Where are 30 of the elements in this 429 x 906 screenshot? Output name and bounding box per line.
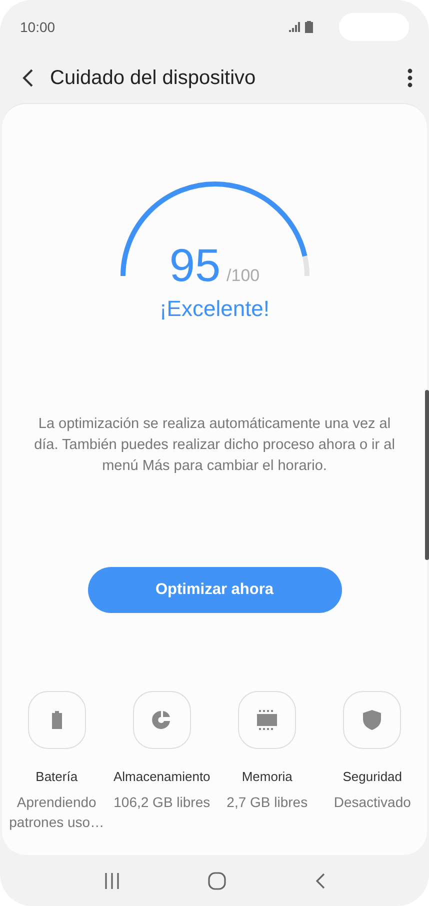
battery-icon (50, 711, 63, 729)
description-text: La optimización se realiza automáticamente una vez al día. También puedes realizar dicho proceso ahora o ir al menú Más para cambiar el horario. (33, 415, 396, 476)
category-label: Memoria (242, 769, 292, 784)
score-value: 95 (169, 238, 221, 292)
shield-icon (363, 710, 382, 730)
optimize-button[interactable]: Optimizar ahora (88, 567, 342, 613)
category-status: Desactivado (332, 793, 412, 812)
category-status: 106,2 GB libres (112, 793, 212, 812)
chip-icon (256, 710, 278, 730)
status-time: 10:00 (20, 19, 56, 35)
score-max: /100 (226, 266, 260, 286)
back-icon[interactable] (314, 872, 325, 888)
pie-chart-icon (152, 710, 172, 730)
category-button[interactable] (343, 691, 402, 749)
category-button[interactable] (238, 691, 296, 749)
score-rating: ¡Excelente! (159, 296, 270, 322)
category-label: Seguridad (342, 769, 402, 784)
page-title: Cuidado del dispositivo (50, 66, 257, 90)
category-status: 2,7 GB libres (226, 793, 309, 812)
recent-apps-icon[interactable] (104, 872, 120, 888)
more-options-icon[interactable] (407, 68, 413, 88)
back-icon[interactable] (22, 69, 34, 87)
category-label: Almacenamiento (113, 769, 210, 784)
category-button[interactable] (132, 691, 191, 749)
category-label: Batería (36, 769, 78, 784)
category-status: Aprendiendo patrones uso… (8, 793, 106, 832)
signal-icon (289, 22, 301, 32)
category-button[interactable] (28, 691, 86, 749)
home-icon[interactable] (208, 872, 226, 890)
battery-icon (305, 21, 313, 33)
